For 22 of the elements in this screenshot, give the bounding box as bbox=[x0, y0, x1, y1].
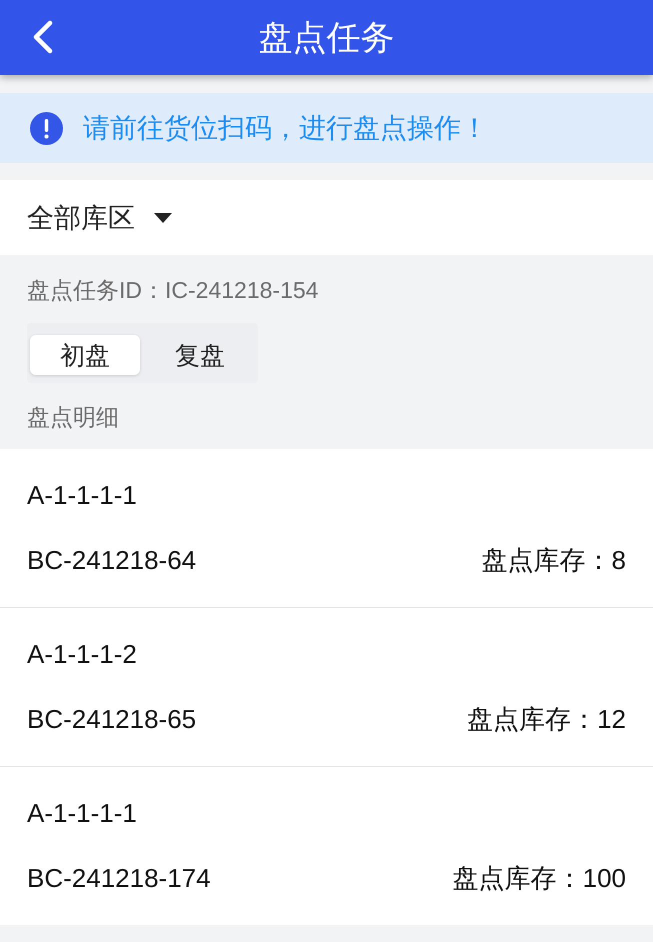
stock-count: 盘点库存：8 bbox=[482, 545, 626, 575]
location-code: A-1-1-1-2 bbox=[27, 639, 137, 669]
tab[interactable]: 复盘 bbox=[145, 335, 255, 375]
list-item[interactable]: A-1-1-1-1 BC-241218-174 盘点库存：100 bbox=[0, 767, 653, 925]
task-id: 盘点任务ID：IC-241218-154 bbox=[27, 276, 318, 305]
location-code: A-1-1-1-1 bbox=[27, 480, 137, 510]
stock-count: 盘点库存：12 bbox=[467, 704, 626, 734]
batch-code: BC-241218-65 bbox=[27, 704, 196, 734]
batch-code: BC-241218-174 bbox=[27, 863, 211, 893]
page-title: 盘点任务 bbox=[258, 18, 394, 58]
stock-count: 盘点库存：100 bbox=[452, 863, 626, 893]
zone-dropdown[interactable]: 全部库区 bbox=[27, 200, 135, 234]
list-item[interactable]: A-1-1-1-2 BC-241218-65 盘点库存：12 bbox=[0, 608, 653, 767]
tab[interactable]: 初盘 bbox=[30, 335, 140, 375]
batch-code: BC-241218-64 bbox=[27, 545, 196, 575]
back-icon[interactable] bbox=[32, 20, 54, 54]
list-item[interactable]: A-1-1-1-1 BC-241218-64 盘点库存：8 bbox=[0, 449, 653, 608]
location-code: A-1-1-1-1 bbox=[27, 798, 137, 828]
info-icon bbox=[30, 112, 63, 144]
caret-icon[interactable] bbox=[154, 212, 172, 222]
notice-text: 请前往货位扫码，进行盘点操作！ bbox=[83, 112, 488, 145]
section-title: 盘点明细 bbox=[27, 403, 119, 432]
